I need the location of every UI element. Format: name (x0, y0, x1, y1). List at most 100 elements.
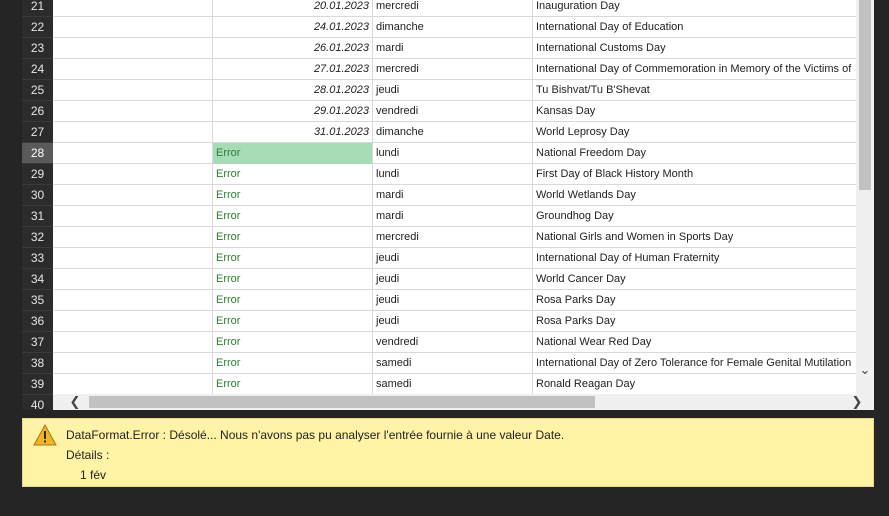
weekday-cell[interactable]: samedi (373, 353, 533, 374)
event-cell[interactable]: Kansas Day (533, 101, 856, 122)
event-cell[interactable]: Groundhog Day (533, 206, 856, 227)
empty-cell[interactable] (53, 122, 213, 143)
event-cell[interactable]: World Cancer Day (533, 269, 856, 290)
event-cell[interactable]: International Day of Commemoration in Me… (533, 59, 856, 80)
row-number[interactable]: 28 (22, 143, 53, 164)
scroll-down-icon[interactable]: ⌄ (856, 362, 874, 378)
empty-cell[interactable] (53, 269, 213, 290)
event-cell[interactable]: National Wear Red Day (533, 332, 856, 353)
date-cell[interactable]: 27.01.2023 (213, 59, 373, 80)
weekday-cell[interactable]: mercredi (373, 0, 533, 17)
vertical-scroll-thumb[interactable] (859, 0, 871, 190)
event-cell[interactable]: National Girls and Women in Sports Day (533, 227, 856, 248)
event-cell[interactable]: First Day of Black History Month (533, 164, 856, 185)
row-number[interactable]: 25 (22, 80, 53, 101)
date-cell[interactable]: 29.01.2023 (213, 101, 373, 122)
date-cell[interactable]: 20.01.2023 (213, 0, 373, 17)
empty-cell[interactable] (53, 101, 213, 122)
event-cell[interactable]: International Customs Day (533, 38, 856, 59)
weekday-cell[interactable]: mercredi (373, 227, 533, 248)
row-number[interactable]: 26 (22, 101, 53, 122)
empty-cell[interactable] (53, 290, 213, 311)
empty-cell[interactable] (53, 206, 213, 227)
row-number[interactable]: 22 (22, 17, 53, 38)
weekday-cell[interactable]: vendredi (373, 332, 533, 353)
weekday-cell[interactable]: lundi (373, 164, 533, 185)
event-cell[interactable]: Rosa Parks Day (533, 311, 856, 332)
vertical-scrollbar[interactable]: ⌄ (856, 0, 874, 394)
event-cell[interactable]: National Freedom Day (533, 143, 856, 164)
row-number[interactable]: 33 (22, 248, 53, 269)
date-cell[interactable]: 24.01.2023 (213, 17, 373, 38)
date-cell[interactable]: 31.01.2023 (213, 122, 373, 143)
row-number[interactable]: 27 (22, 122, 53, 143)
error-cell[interactable]: Error (213, 353, 373, 374)
row-number[interactable]: 31 (22, 206, 53, 227)
empty-cell[interactable] (53, 332, 213, 353)
row-number[interactable]: 34 (22, 269, 53, 290)
empty-cell[interactable] (53, 164, 213, 185)
empty-cell[interactable] (53, 143, 213, 164)
empty-cell[interactable] (53, 17, 213, 38)
event-cell[interactable]: World Wetlands Day (533, 185, 856, 206)
error-cell[interactable]: Error (213, 248, 373, 269)
date-cell[interactable]: 26.01.2023 (213, 38, 373, 59)
row-number[interactable]: 21 (22, 0, 53, 17)
weekday-cell[interactable]: dimanche (373, 122, 533, 143)
empty-cell[interactable] (53, 59, 213, 80)
event-cell[interactable]: Tu Bishvat/Tu B'Shevat (533, 80, 856, 101)
horizontal-scroll-thumb[interactable] (89, 396, 595, 408)
row-number[interactable]: 23 (22, 38, 53, 59)
weekday-cell[interactable]: mercredi (373, 59, 533, 80)
weekday-cell[interactable]: jeudi (373, 311, 533, 332)
error-cell[interactable]: Error (213, 290, 373, 311)
event-cell[interactable]: Inauguration Day (533, 0, 856, 17)
event-cell[interactable]: International Day of Education (533, 17, 856, 38)
event-cell[interactable]: International Day of Human Fraternity (533, 248, 856, 269)
weekday-cell[interactable]: lundi (373, 143, 533, 164)
scroll-right-icon[interactable]: ❯ (849, 394, 865, 410)
weekday-cell[interactable]: mardi (373, 38, 533, 59)
row-number[interactable]: 40 (22, 395, 53, 410)
empty-cell[interactable] (53, 80, 213, 101)
empty-cell[interactable] (53, 0, 213, 17)
weekday-cell[interactable]: jeudi (373, 248, 533, 269)
date-cell[interactable]: 28.01.2023 (213, 80, 373, 101)
horizontal-scrollbar[interactable]: ❮ ❯ (53, 394, 874, 410)
empty-cell[interactable] (53, 374, 213, 394)
error-cell[interactable]: Error (213, 206, 373, 227)
row-number[interactable]: 39 (22, 374, 53, 395)
weekday-cell[interactable]: dimanche (373, 17, 533, 38)
weekday-cell[interactable]: mardi (373, 185, 533, 206)
row-number[interactable]: 36 (22, 311, 53, 332)
error-cell[interactable]: Error (213, 311, 373, 332)
empty-cell[interactable] (53, 185, 213, 206)
error-cell[interactable]: Error (213, 143, 373, 164)
weekday-cell[interactable]: vendredi (373, 101, 533, 122)
weekday-cell[interactable]: jeudi (373, 80, 533, 101)
error-cell[interactable]: Error (213, 185, 373, 206)
empty-cell[interactable] (53, 353, 213, 374)
row-number[interactable]: 38 (22, 353, 53, 374)
error-cell[interactable]: Error (213, 164, 373, 185)
error-cell[interactable]: Error (213, 332, 373, 353)
weekday-cell[interactable]: samedi (373, 374, 533, 394)
row-number[interactable]: 29 (22, 164, 53, 185)
error-cell[interactable]: Error (213, 269, 373, 290)
empty-cell[interactable] (53, 227, 213, 248)
weekday-cell[interactable]: jeudi (373, 269, 533, 290)
event-cell[interactable]: International Day of Zero Tolerance for … (533, 353, 856, 374)
event-cell[interactable]: World Leprosy Day (533, 122, 856, 143)
row-number[interactable]: 32 (22, 227, 53, 248)
event-cell[interactable]: Ronald Reagan Day (533, 374, 856, 394)
row-number[interactable]: 30 (22, 185, 53, 206)
weekday-cell[interactable]: mardi (373, 206, 533, 227)
empty-cell[interactable] (53, 311, 213, 332)
scroll-left-icon[interactable]: ❮ (67, 394, 83, 410)
empty-cell[interactable] (53, 248, 213, 269)
empty-cell[interactable] (53, 38, 213, 59)
row-number[interactable]: 24 (22, 59, 53, 80)
weekday-cell[interactable]: jeudi (373, 290, 533, 311)
row-number[interactable]: 35 (22, 290, 53, 311)
row-number[interactable]: 37 (22, 332, 53, 353)
